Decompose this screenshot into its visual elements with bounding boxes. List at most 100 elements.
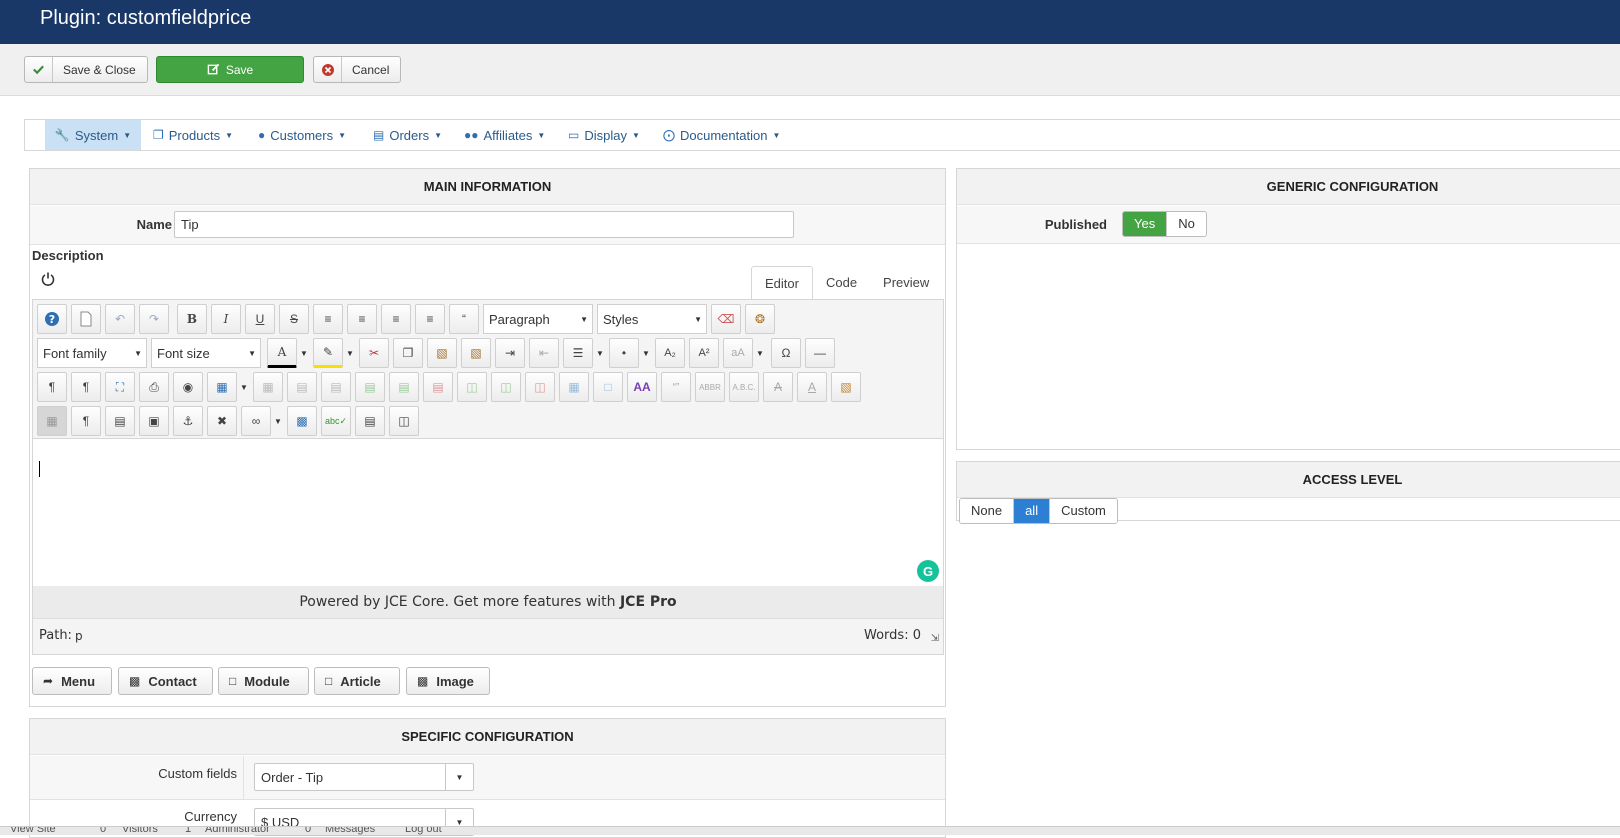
access-all[interactable]: all xyxy=(1014,499,1051,523)
col-before-icon[interactable]: ◫ xyxy=(457,372,487,402)
blockquote-block-icon[interactable]: ▣ xyxy=(139,406,169,436)
broom-icon[interactable]: ❂ xyxy=(745,304,775,334)
superscript-icon[interactable]: A² xyxy=(689,338,719,368)
nav-products[interactable]: ❐ Products ▼ xyxy=(153,120,233,150)
numbered-list-icon[interactable]: ☰ xyxy=(563,338,593,368)
image-button[interactable]: ▩ Image xyxy=(406,667,490,695)
nav-system[interactable]: 🔧 System ▼ xyxy=(45,120,141,150)
article-button[interactable]: □ Article xyxy=(314,667,400,695)
chevron-down-icon[interactable]: ▼ xyxy=(593,338,607,368)
administrator-link[interactable]: Administrator xyxy=(205,827,270,835)
align-right-icon[interactable]: ≡ xyxy=(415,304,445,334)
access-custom[interactable]: Custom xyxy=(1050,499,1117,523)
chevron-down-icon[interactable]: ▼ xyxy=(237,372,251,402)
resize-handle-icon[interactable]: ⇲ xyxy=(931,633,939,644)
col-delete-icon[interactable]: ◫ xyxy=(525,372,555,402)
align-center-icon[interactable]: ≡ xyxy=(347,304,377,334)
logout-link[interactable]: Log out xyxy=(405,827,442,835)
row-after-icon[interactable]: ▤ xyxy=(321,372,351,402)
view-site-link[interactable]: View Site xyxy=(10,827,56,835)
acronym-icon[interactable]: A.B.C. xyxy=(729,372,759,402)
editor-content-area[interactable]: G xyxy=(33,438,943,586)
outdent-icon[interactable]: ⇤ xyxy=(529,338,559,368)
fullscreen-icon[interactable]: ⛶ xyxy=(105,372,135,402)
power-toggle-icon[interactable] xyxy=(40,271,58,289)
cut-icon[interactable]: ✂ xyxy=(359,338,389,368)
copy-icon[interactable]: ❐ xyxy=(393,338,423,368)
menu-button[interactable]: ➦ Menu xyxy=(32,667,112,695)
chevron-down-icon[interactable]: ▼ xyxy=(639,338,653,368)
messages-link[interactable]: Messages xyxy=(325,827,375,835)
row-insert-icon[interactable]: ▤ xyxy=(355,372,385,402)
format-select[interactable]: Paragraph ▼ xyxy=(483,304,593,334)
col-after-icon[interactable]: ◫ xyxy=(491,372,521,402)
name-input[interactable]: Tip xyxy=(174,211,794,238)
visitors-link[interactable]: Visitors xyxy=(122,827,158,835)
bold-icon[interactable]: B xyxy=(177,304,207,334)
table-delete-icon[interactable]: ▦ xyxy=(253,372,283,402)
link-icon[interactable]: ∞ xyxy=(241,406,271,436)
special-char-icon[interactable]: Ω xyxy=(771,338,801,368)
font-size-select[interactable]: Font size ▼ xyxy=(151,338,261,368)
row-before-icon[interactable]: ▤ xyxy=(287,372,317,402)
highlight-icon[interactable]: ✎ xyxy=(313,338,343,368)
styles-select[interactable]: Styles ▼ xyxy=(597,304,707,334)
subscript-icon[interactable]: A₂ xyxy=(655,338,685,368)
insert-text-icon[interactable]: A xyxy=(797,372,827,402)
table-icon[interactable]: ▦ xyxy=(207,372,237,402)
grammarly-icon[interactable]: G xyxy=(917,560,939,582)
horizontal-rule-icon[interactable]: — xyxy=(805,338,835,368)
nav-customers[interactable]: ● Customers ▼ xyxy=(258,120,346,150)
tab-code[interactable]: Code xyxy=(813,266,870,299)
published-yes[interactable]: Yes xyxy=(1123,212,1168,236)
form-icon[interactable]: ▤ xyxy=(355,406,385,436)
unlink-icon[interactable]: ✖ xyxy=(207,406,237,436)
align-justify-icon[interactable]: ≡ xyxy=(313,304,343,334)
cancel-button[interactable]: Cancel xyxy=(313,56,401,83)
anchor-icon[interactable]: ⚓ xyxy=(173,406,203,436)
underline-icon[interactable]: U xyxy=(245,304,275,334)
jce-pro-link[interactable]: JCE Pro xyxy=(620,594,677,610)
font-family-select[interactable]: Font family ▼ xyxy=(37,338,147,368)
contact-button[interactable]: ▩ Contact xyxy=(118,667,213,695)
nav-display[interactable]: ▭ Display ▼ xyxy=(568,120,640,150)
delete-text-icon[interactable]: A xyxy=(763,372,793,402)
new-document-icon[interactable] xyxy=(71,304,101,334)
split-cells-icon[interactable]: ▦ xyxy=(559,372,589,402)
tab-editor[interactable]: Editor xyxy=(751,266,813,299)
nav-affiliates[interactable]: ●● Affiliates ▼ xyxy=(464,120,545,150)
strikethrough-icon[interactable]: S xyxy=(279,304,309,334)
template-icon[interactable]: ◫ xyxy=(389,406,419,436)
paste-icon[interactable]: ▧ xyxy=(427,338,457,368)
tab-preview[interactable]: Preview xyxy=(870,266,942,299)
redo-icon[interactable]: ↷ xyxy=(139,304,169,334)
blockquote-icon[interactable]: “ xyxy=(449,304,479,334)
custom-fields-select[interactable]: Order - Tip ▼ xyxy=(254,763,474,791)
align-left-icon[interactable]: ≡ xyxy=(381,304,411,334)
undo-icon[interactable]: ↶ xyxy=(105,304,135,334)
rtl-icon[interactable]: ¶ xyxy=(71,372,101,402)
nav-orders[interactable]: ▤ Orders ▼ xyxy=(373,120,442,150)
visual-aid-icon[interactable]: ▦ xyxy=(37,406,67,436)
bullet-list-icon[interactable]: • xyxy=(609,338,639,368)
help-icon[interactable]: ? xyxy=(37,304,67,334)
nav-documentation[interactable]: ⨀ Documentation ▼ xyxy=(663,120,780,150)
text-color-icon[interactable]: A xyxy=(267,338,297,368)
module-button[interactable]: □ Module xyxy=(218,667,309,695)
save-close-button[interactable]: Save & Close xyxy=(24,56,148,83)
chevron-down-icon[interactable]: ▼ xyxy=(343,338,357,368)
row-insert-after-icon[interactable]: ▤ xyxy=(389,372,419,402)
eraser-icon[interactable]: ⌫ xyxy=(711,304,741,334)
search-icon[interactable]: ◉ xyxy=(173,372,203,402)
path-value[interactable]: p xyxy=(75,629,83,643)
published-no[interactable]: No xyxy=(1167,212,1206,236)
abbr-icon[interactable]: ABBR xyxy=(695,372,725,402)
font-size-change-icon[interactable]: aA xyxy=(723,338,753,368)
ltr-icon[interactable]: ¶ xyxy=(37,372,67,402)
paste-text-icon[interactable]: ▧ xyxy=(461,338,491,368)
merge-cells-icon[interactable]: □ xyxy=(593,372,623,402)
image-icon[interactable]: ▩ xyxy=(287,406,317,436)
attributes-icon[interactable]: ▧ xyxy=(831,372,861,402)
chevron-down-icon[interactable]: ▼ xyxy=(271,406,285,436)
italic-icon[interactable]: I xyxy=(211,304,241,334)
